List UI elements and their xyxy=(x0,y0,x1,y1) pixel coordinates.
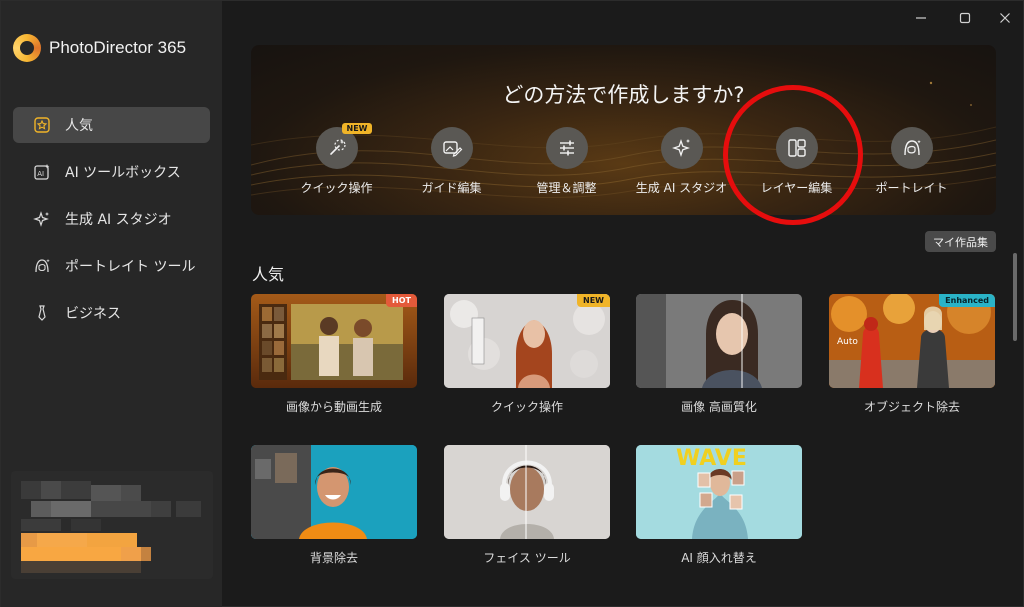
sidebar-item-genai-studio[interactable]: 生成 AI スタジオ xyxy=(13,201,210,237)
sparkle-icon xyxy=(33,210,51,228)
card-thumbnail-image: WAVE xyxy=(636,445,802,539)
sidebar-item-popular[interactable]: 人気 xyxy=(13,107,210,143)
sidebar-item-label: ビジネス xyxy=(65,306,121,322)
card-label: 画像 高画質化 xyxy=(681,400,757,414)
card-thumbnail xyxy=(444,445,610,539)
maximize-icon xyxy=(959,12,971,24)
sidebar-item-label: AI ツールボックス xyxy=(65,165,181,181)
sidebar-item-business[interactable]: ビジネス xyxy=(13,295,210,331)
card-label: AI 顔入れ替え xyxy=(681,551,757,565)
option-quick-actions[interactable]: NEW クイック操作 xyxy=(279,123,394,196)
sidebar-item-ai-toolbox[interactable]: AI AI ツールボックス xyxy=(13,154,210,190)
app-window: PhotoDirector 365 人気 AI AI ツールボックス 生成 AI… xyxy=(0,0,1024,607)
feature-card-image-enhance[interactable]: 画像 高画質化 xyxy=(636,294,802,415)
wave-text: WAVE xyxy=(676,446,747,471)
magic-wand-icon: NEW xyxy=(315,123,373,169)
portrait-icon xyxy=(890,127,933,169)
feature-card-ai-face-swap[interactable]: WAVE AI 顔入れ替え xyxy=(636,445,802,566)
star-icon xyxy=(33,116,51,134)
card-label: 画像から動画生成 xyxy=(285,400,382,414)
feature-card-object-removal[interactable]: Auto Enhanced オブジェクト除去 xyxy=(829,294,995,415)
option-guided-edit[interactable]: ガイド編集 xyxy=(394,127,509,196)
sparkle-icon xyxy=(660,127,703,169)
card-label: クイック操作 xyxy=(490,400,563,414)
option-label: ポートレイト xyxy=(875,181,948,195)
option-manage-adjust[interactable]: 管理＆調整 xyxy=(509,127,624,196)
card-label: フェイス ツール xyxy=(483,551,571,565)
sliders-icon xyxy=(545,127,588,169)
hot-badge: HOT xyxy=(386,294,417,307)
option-label: 管理＆調整 xyxy=(536,181,597,195)
enhanced-badge: Enhanced xyxy=(939,294,995,307)
card-thumbnail xyxy=(636,294,802,388)
scrollbar[interactable] xyxy=(1013,253,1017,341)
svg-text:AI: AI xyxy=(37,170,44,178)
app-title: PhotoDirector 365 xyxy=(49,38,187,57)
maximize-button[interactable] xyxy=(954,9,976,27)
app-logo: PhotoDirector 365 xyxy=(13,34,186,62)
feature-card-background-removal[interactable]: 背景除去 xyxy=(251,445,417,566)
feature-card-image-to-video[interactable]: HOT 画像から動画生成 xyxy=(251,294,417,415)
portrait-icon xyxy=(33,257,51,275)
card-thumbnail-image xyxy=(636,294,802,388)
banner-title: どの方法で作成しますか? xyxy=(502,83,745,107)
minimize-icon xyxy=(916,17,926,19)
sidebar-item-label: ポートレイト ツール xyxy=(65,259,196,275)
ai-toolbox-icon: AI xyxy=(33,163,51,181)
account-panel[interactable] xyxy=(11,471,213,579)
auto-label: Auto xyxy=(837,337,858,347)
card-thumbnail-image xyxy=(259,304,403,380)
card-thumbnail: WAVE xyxy=(636,445,802,539)
create-mode-options: NEW クイック操作 ガイド編集 管理＆調整 生成 AI スタジオ レイヤー編集… xyxy=(279,123,969,196)
feature-card-face-tools[interactable]: フェイス ツール xyxy=(444,445,610,566)
feature-card-quick-actions[interactable]: NEW クイック操作 xyxy=(444,294,610,415)
highlight-ring xyxy=(723,85,863,225)
sidebar: PhotoDirector 365 人気 AI AI ツールボックス 生成 AI… xyxy=(1,1,222,607)
image-edit-icon xyxy=(430,127,473,169)
section-title: 人気 xyxy=(252,265,285,284)
sidebar-item-label: 生成 AI スタジオ xyxy=(65,212,172,228)
card-label: 背景除去 xyxy=(309,551,358,565)
photodirector-logo-icon xyxy=(13,34,41,62)
card-thumbnail-image: Auto xyxy=(829,294,995,388)
close-icon xyxy=(1000,13,1010,23)
card-thumbnail-image xyxy=(444,294,610,388)
card-thumbnail: Auto Enhanced xyxy=(829,294,995,388)
card-thumbnail-image xyxy=(444,445,610,539)
sidebar-nav: 人気 AI AI ツールボックス 生成 AI スタジオ ポートレイト ツール ビ… xyxy=(13,107,210,342)
card-thumbnail: NEW xyxy=(444,294,610,388)
sidebar-item-label: 人気 xyxy=(65,118,93,134)
option-label: 生成 AI スタジオ xyxy=(635,181,728,195)
close-button[interactable] xyxy=(994,9,1016,27)
minimize-button[interactable] xyxy=(910,9,932,27)
option-label: ガイド編集 xyxy=(421,181,482,195)
new-badge: NEW xyxy=(577,294,610,307)
card-thumbnail-image xyxy=(251,445,417,539)
option-genai-studio[interactable]: 生成 AI スタジオ xyxy=(624,127,739,196)
option-portrait[interactable]: ポートレイト xyxy=(854,127,969,196)
card-thumbnail: HOT xyxy=(251,294,417,388)
tie-icon xyxy=(33,304,51,322)
new-badge: NEW xyxy=(341,123,373,134)
option-label: クイック操作 xyxy=(300,181,373,195)
card-thumbnail xyxy=(251,445,417,539)
my-works-button[interactable]: マイ作品集 xyxy=(925,231,996,252)
sidebar-item-portrait-tools[interactable]: ポートレイト ツール xyxy=(13,248,210,284)
card-label: オブジェクト除去 xyxy=(863,400,960,414)
create-mode-banner: どの方法で作成しますか? NEW クイック操作 ガイド編集 管理＆調整 生成 A… xyxy=(251,45,996,215)
